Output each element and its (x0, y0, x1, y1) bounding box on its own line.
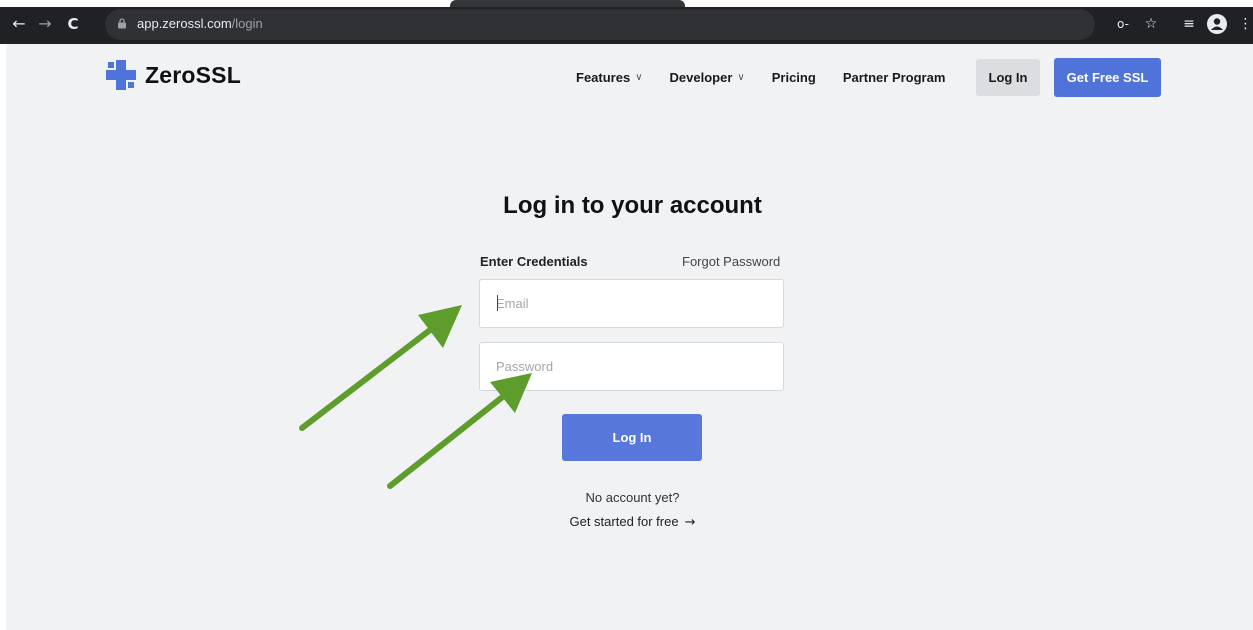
url-path: /login (231, 16, 263, 31)
chevron-down-icon: ∨ (635, 72, 643, 83)
password-field[interactable] (479, 342, 784, 391)
chevron-down-icon: ∨ (737, 72, 745, 83)
nav-features-label: Features (576, 70, 631, 85)
browser-tab-strip (450, 0, 685, 7)
email-field[interactable] (479, 279, 784, 328)
get-started-label: Get started for free (569, 514, 679, 529)
forward-icon[interactable]: → (34, 13, 56, 35)
logo-text: ZeroSSL (145, 61, 241, 88)
reload-icon[interactable]: C (62, 13, 84, 35)
get-started-link[interactable]: Get started for free → (480, 514, 785, 530)
url-domain: app.zerossl.com (137, 16, 232, 31)
page-title: Log in to your account (503, 192, 762, 219)
key-icon[interactable]: o- (1112, 13, 1134, 35)
url-text: app.zerossl.com/login (137, 16, 263, 31)
menu-icon[interactable]: ⋮ (1238, 13, 1253, 35)
back-icon[interactable]: ← (8, 13, 30, 35)
nav-features[interactable]: Features ∨ (576, 59, 643, 96)
browser-toolbar: ← → C app.zerossl.com/login o- ☆ ≡ ⋮ (0, 7, 1253, 44)
get-free-ssl-button[interactable]: Get Free SSL (1054, 58, 1161, 97)
login-submit-button[interactable]: Log In (562, 414, 702, 461)
star-icon[interactable]: ☆ (1140, 13, 1162, 35)
nav-developer[interactable]: Developer ∨ (670, 59, 745, 96)
nav-partner-program[interactable]: Partner Program (843, 59, 946, 96)
nav-pricing[interactable]: Pricing (772, 59, 816, 96)
arrow-right-icon: → (684, 515, 696, 530)
credentials-label: Enter Credentials (480, 254, 588, 269)
main-nav: Features ∨ Developer ∨ Pricing Partner Pro… (576, 59, 972, 96)
page-content: ZeroSSL Features ∨ Developer ∨ Pricing Par… (6, 44, 1253, 630)
address-bar[interactable]: app.zerossl.com/login (105, 9, 1095, 40)
forgot-password-link[interactable]: Forgot Password (682, 254, 780, 269)
profile-avatar-icon[interactable] (1206, 13, 1228, 35)
lock-icon (118, 18, 126, 29)
media-icon[interactable]: ≡ (1178, 13, 1200, 35)
no-account-text: No account yet? (585, 490, 680, 505)
header-login-button[interactable]: Log In (976, 59, 1040, 96)
text-caret (497, 295, 498, 311)
puzzle-logo-icon (106, 60, 136, 90)
nav-developer-label: Developer (669, 70, 733, 85)
zerossl-logo[interactable]: ZeroSSL (106, 60, 241, 90)
